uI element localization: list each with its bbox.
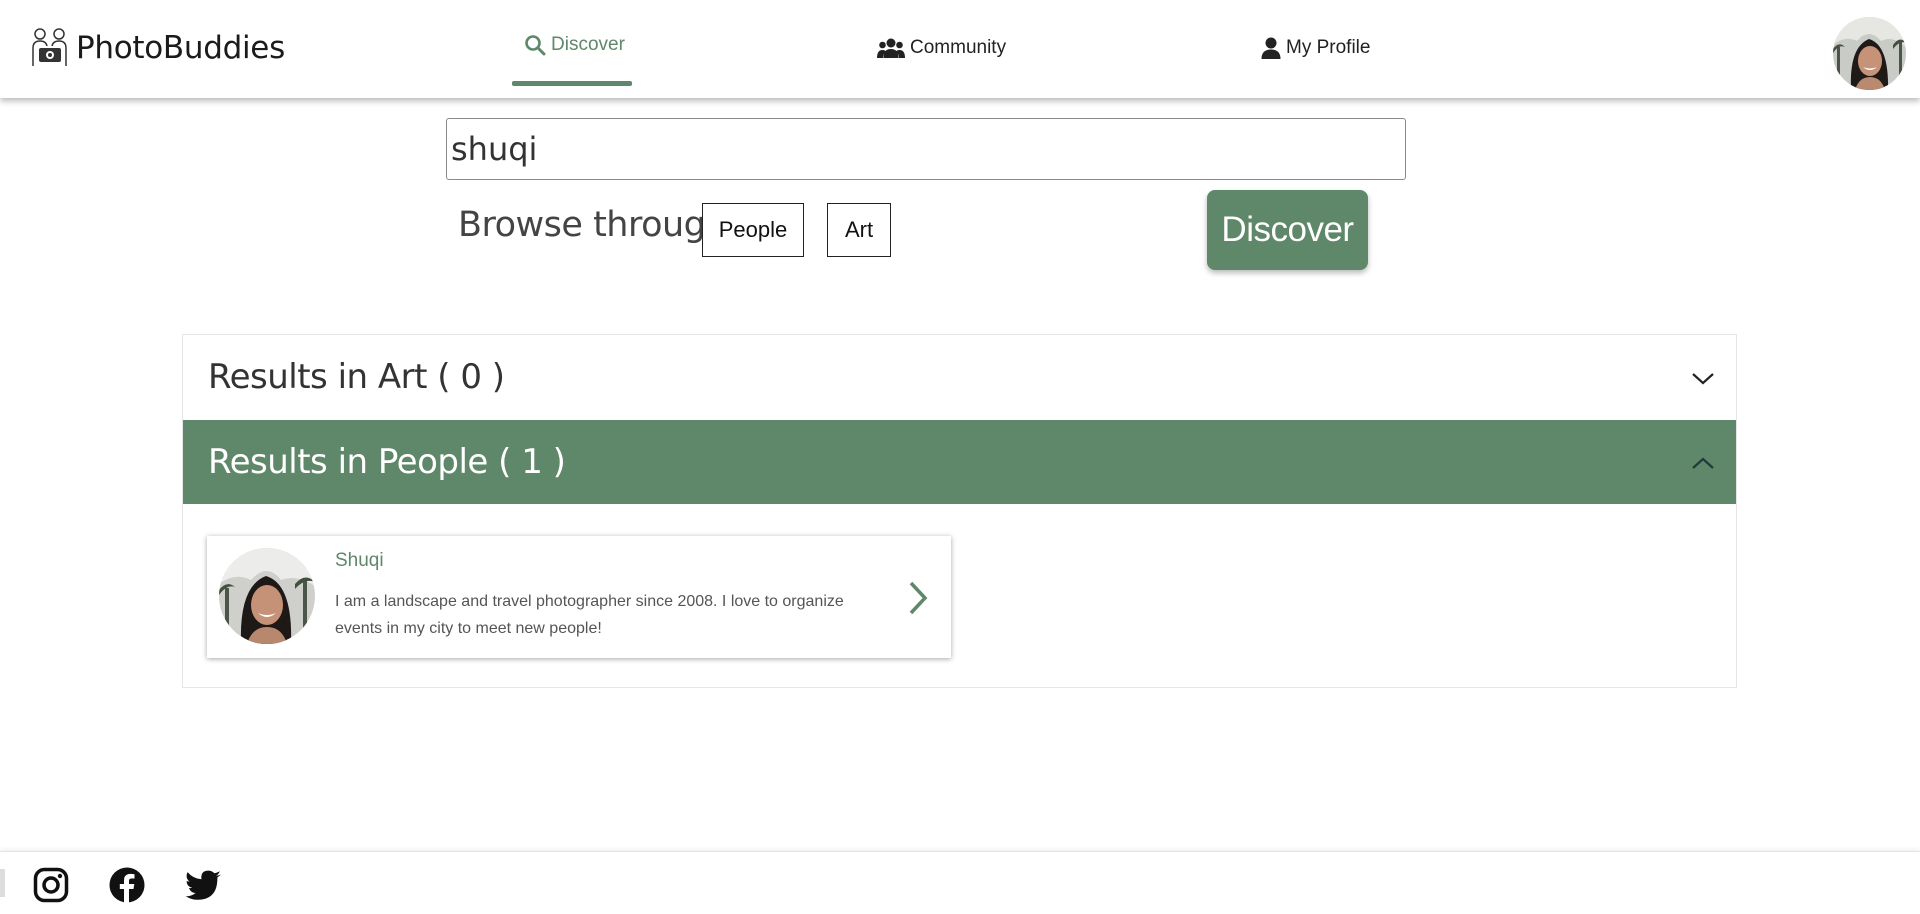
filter-people-button[interactable]: People [702,203,804,257]
results-art-title: Results in Art ( 0 ) [208,357,505,397]
brand-logo[interactable]: PhotoBuddies [30,26,285,70]
avatar-photo [1833,17,1906,90]
results-people-header[interactable]: Results in People ( 1 ) [183,420,1736,504]
person-bio: I am a landscape and travel photographer… [335,593,844,637]
results-accordion: Results in Art ( 0 ) Results in People (… [182,334,1737,688]
nav-my-profile-label: My Profile [1286,37,1371,58]
nav-discover[interactable]: Discover [524,30,625,60]
person-avatar [219,548,315,644]
top-navbar: PhotoBuddies Discover Community My Profi… [0,0,1920,98]
camera-buddies-icon [32,28,67,66]
chevron-right-icon[interactable] [907,580,929,616]
nav-community-label: Community [910,37,1007,58]
nav-community[interactable]: Community [877,33,1006,63]
chevron-up-icon [1692,457,1714,469]
user-avatar[interactable] [1833,17,1906,90]
results-art-header[interactable]: Results in Art ( 0 ) [183,335,1736,419]
discover-button[interactable]: Discover [1207,190,1368,270]
results-people-title: Results in People ( 1 ) [208,442,566,482]
brand-name: PhotoBuddies [76,30,285,66]
person-card[interactable]: Shuqi I am a landscape and travel photog… [207,536,951,658]
browse-through-label: Browse through [458,205,728,245]
users-icon [877,38,905,58]
instagram-icon[interactable] [33,867,69,903]
active-tab-indicator [512,81,632,86]
user-icon [1261,37,1281,59]
footer [0,851,1920,914]
nav-my-profile[interactable]: My Profile [1261,33,1370,63]
person-name: Shuqi [335,550,384,571]
facebook-icon[interactable] [109,867,145,903]
search-input[interactable] [446,118,1406,180]
footer-edge-tab [0,869,5,897]
twitter-icon[interactable] [186,867,222,903]
nav-discover-label: Discover [551,34,625,55]
results-people-list: Shuqi I am a landscape and travel photog… [183,504,1736,688]
search-icon [525,35,546,56]
chevron-down-icon [1692,373,1714,385]
person-photo [219,548,315,644]
filter-art-button[interactable]: Art [827,203,891,257]
